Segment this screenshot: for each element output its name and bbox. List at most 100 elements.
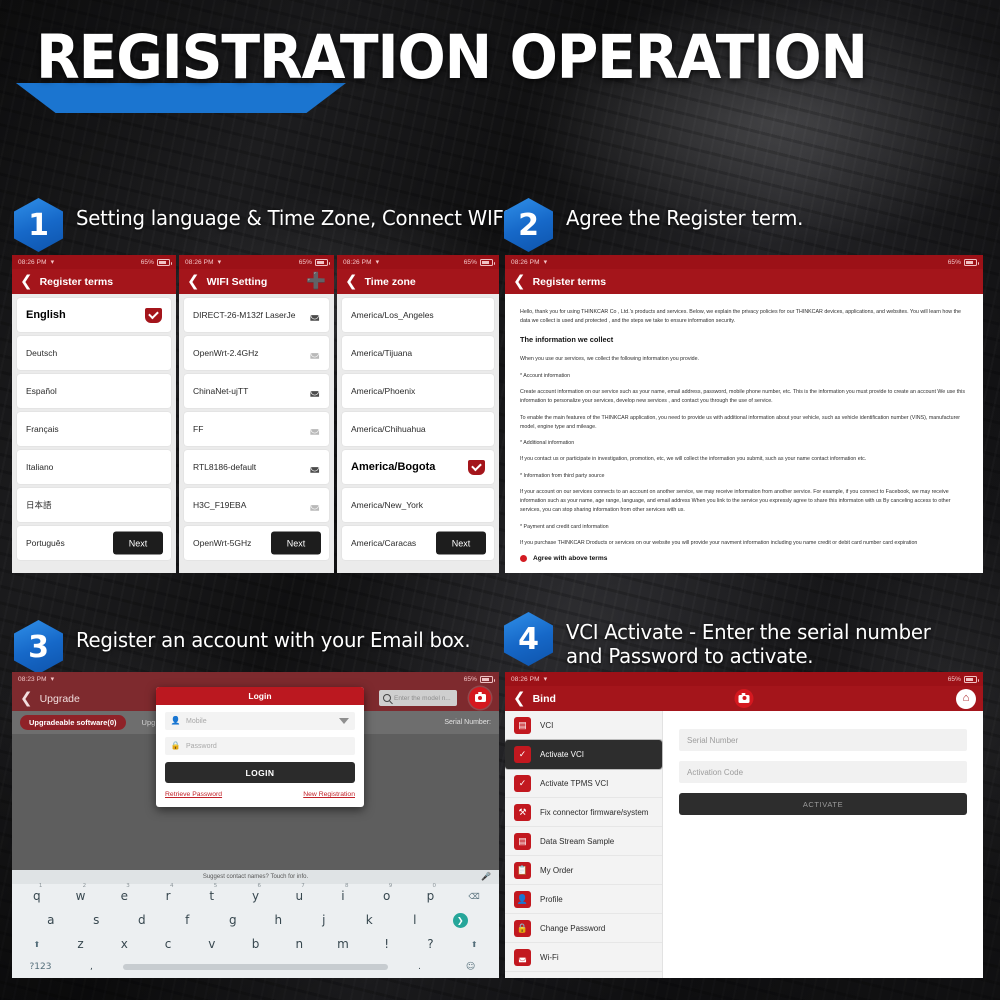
sidebar-item-change-password[interactable]: 🔒 Change Password	[505, 914, 662, 943]
key-d[interactable]: d	[119, 913, 165, 927]
list-item[interactable]: 日本語	[17, 488, 171, 522]
list-item[interactable]: America/Caracas Next	[342, 526, 494, 560]
chevron-left-icon[interactable]: ❮	[20, 274, 33, 289]
battery-icon	[315, 258, 330, 266]
caret-down-icon[interactable]	[339, 718, 349, 724]
chevron-left-icon[interactable]: ❮	[513, 274, 526, 289]
key-f[interactable]: f	[165, 913, 211, 927]
key-x[interactable]: x	[102, 937, 146, 951]
list-item[interactable]: Deutsch	[17, 336, 171, 370]
key-s[interactable]: s	[74, 913, 120, 927]
tab-upgradeable-software[interactable]: Upgradeable software(0)	[20, 715, 126, 730]
account-field[interactable]: 👤 Mobile	[165, 712, 355, 730]
radio-selected-icon[interactable]	[520, 555, 527, 563]
key-i[interactable]: 8i	[321, 883, 365, 903]
list-item[interactable]: America/Tijuana	[342, 336, 494, 370]
shift-icon-right[interactable]: ⬆	[452, 940, 496, 949]
chevron-left-icon[interactable]: ❮	[187, 274, 200, 289]
serial-number-input[interactable]: Serial Number	[679, 729, 967, 751]
key-q[interactable]: 1q	[15, 883, 59, 903]
list-item[interactable]: America/Chihuahua	[342, 412, 494, 446]
plus-circle-icon[interactable]: ➕	[306, 273, 326, 290]
camera-button[interactable]	[734, 689, 754, 708]
camera-button[interactable]	[469, 687, 491, 709]
list-item[interactable]: FF ◛	[184, 412, 329, 446]
new-registration-link[interactable]: New Registration	[303, 791, 355, 798]
key-y[interactable]: 6y	[234, 883, 278, 903]
key-e[interactable]: 3e	[102, 883, 146, 903]
key-r[interactable]: 4r	[146, 883, 190, 903]
agree-terms-row[interactable]: Agree with above terms	[520, 555, 968, 563]
next-button[interactable]: Next	[113, 531, 163, 555]
list-item[interactable]: DIRECT-26-M132f LaserJe ◛	[184, 298, 329, 332]
key-l[interactable]: l	[392, 913, 438, 927]
key-exclamation[interactable]: !	[365, 937, 409, 951]
home-button[interactable]: ⌂	[956, 688, 976, 709]
sidebar-item-vci[interactable]: ▤ VCI	[505, 711, 662, 740]
key-comma[interactable]: ,	[66, 962, 117, 972]
shift-icon[interactable]: ⬆	[15, 940, 59, 949]
search-input[interactable]: Enter the model n...	[379, 690, 457, 706]
key-k[interactable]: k	[347, 913, 393, 927]
key-u[interactable]: 7u	[277, 883, 321, 903]
keyboard-suggestion-bar[interactable]: Suggest contact names? Touch for info. 🎤	[12, 870, 499, 884]
chevron-left-icon[interactable]: ❮	[513, 691, 526, 706]
activation-code-placeholder: Activation Code	[687, 767, 744, 777]
key-w[interactable]: 2w	[59, 883, 103, 903]
list-item[interactable]: OpenWrt-5GHz Next	[184, 526, 329, 560]
activation-code-input[interactable]: Activation Code	[679, 761, 967, 783]
key-m[interactable]: m	[321, 937, 365, 951]
space-key[interactable]	[122, 964, 389, 970]
password-field[interactable]: 🔒 Password	[165, 737, 355, 755]
list-item[interactable]: H3C_F19EBA ◛	[184, 488, 329, 522]
key-z[interactable]: z	[59, 937, 103, 951]
key-j[interactable]: j	[301, 913, 347, 927]
list-item[interactable]: English	[17, 298, 171, 332]
list-item[interactable]: RTL8186-default ◛	[184, 450, 329, 484]
key-question[interactable]: ?	[409, 937, 453, 951]
sidebar-item-fix-connector[interactable]: ⚒ Fix connector firmware/system	[505, 798, 662, 827]
list-item[interactable]: Español	[17, 374, 171, 408]
key-b[interactable]: b	[234, 937, 278, 951]
chevron-left-icon[interactable]: ❮	[20, 691, 33, 706]
activate-button[interactable]: ACTIVATE	[679, 793, 967, 815]
sidebar-item-profile[interactable]: 👤 Profile	[505, 885, 662, 914]
chevron-left-icon[interactable]: ❮	[345, 274, 358, 289]
key-g[interactable]: g	[210, 913, 256, 927]
tab-secondary[interactable]: Upg	[142, 718, 156, 727]
next-button[interactable]: Next	[271, 531, 321, 555]
key-a[interactable]: a	[28, 913, 74, 927]
sidebar-item-my-order[interactable]: 📋 My Order	[505, 856, 662, 885]
sidebar-item-wifi[interactable]: ◛ Wi-Fi	[505, 943, 662, 972]
list-item[interactable]: Português Next	[17, 526, 171, 560]
list-item[interactable]: America/Bogota	[342, 450, 494, 484]
poster-root: REGISTRATION OPERATION 1 Setting languag…	[0, 0, 1000, 1000]
key-c[interactable]: c	[146, 937, 190, 951]
key-period[interactable]: .	[394, 962, 445, 972]
login-submit-button[interactable]: LOGIN	[165, 762, 355, 783]
backspace-icon[interactable]: ⌫	[452, 892, 496, 901]
list-item[interactable]: America/Los_Angeles	[342, 298, 494, 332]
enter-key[interactable]: ❯	[438, 912, 484, 928]
microphone-icon[interactable]: 🎤	[481, 873, 491, 881]
list-item[interactable]: ChinaNet-ujTT ◛	[184, 374, 329, 408]
list-item[interactable]: America/New_York	[342, 488, 494, 522]
list-item[interactable]: OpenWrt-2.4GHz ◛	[184, 336, 329, 370]
wifi-ssid: OpenWrt-5GHz	[193, 538, 252, 548]
key-h[interactable]: h	[256, 913, 302, 927]
key-n[interactable]: n	[277, 937, 321, 951]
sidebar-item-activate-tpms-vci[interactable]: ✓ Activate TPMS VCI	[505, 769, 662, 798]
sidebar-item-data-stream-sample[interactable]: ▤ Data Stream Sample	[505, 827, 662, 856]
key-v[interactable]: v	[190, 937, 234, 951]
list-item[interactable]: Italiano	[17, 450, 171, 484]
list-item[interactable]: Français	[17, 412, 171, 446]
sidebar-item-activate-vci[interactable]: ✓ Activate VCI	[505, 740, 662, 769]
retrieve-password-link[interactable]: Retrieve Password	[165, 791, 222, 798]
emoji-icon[interactable]: ☺	[445, 962, 496, 972]
key-o[interactable]: 9o	[365, 883, 409, 903]
numeric-switch-key[interactable]: ?123	[15, 962, 66, 972]
list-item[interactable]: America/Phoenix	[342, 374, 494, 408]
key-t[interactable]: 5t	[190, 883, 234, 903]
next-button[interactable]: Next	[436, 531, 486, 555]
key-p[interactable]: 0p	[409, 883, 453, 903]
